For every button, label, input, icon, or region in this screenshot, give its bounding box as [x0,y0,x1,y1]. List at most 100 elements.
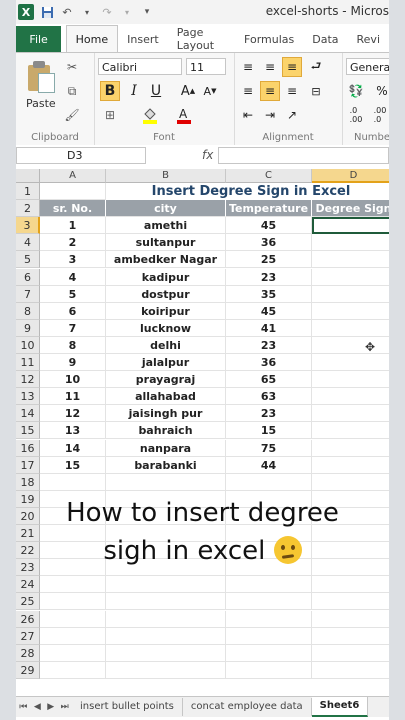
row-header-29[interactable]: 29 [16,661,40,679]
cell-b9[interactable]: lucknow [106,319,226,337]
font-name-box[interactable]: Calibri [98,58,182,75]
cell-a25[interactable] [40,593,106,611]
cell-b14[interactable]: jaisingh pur [106,405,226,423]
align-top-icon[interactable]: ≡ [238,57,258,77]
cell-b3[interactable]: amethi [106,217,226,235]
cell-a9[interactable]: 7 [40,319,106,337]
redo-icon[interactable]: ↷ [100,5,114,19]
cell-b15[interactable]: bahraich [106,422,226,440]
cut-icon[interactable]: ✂ [64,59,80,75]
orientation-icon[interactable]: ↗ [282,105,302,125]
sheet-tab-concat-employee-data[interactable]: concat employee data [183,698,312,716]
cell-b6[interactable]: kadipur [106,268,226,286]
paste-icon[interactable] [24,59,55,93]
column-header-b[interactable]: B [106,169,226,183]
row-header-13[interactable]: 13 [16,388,40,406]
wrap-text-icon[interactable]: ⮐ [306,57,326,77]
cell-d28[interactable] [312,645,389,662]
cell-a1[interactable] [40,183,106,201]
tab-data[interactable]: Data [303,26,347,52]
cell-a17[interactable]: 15 [40,456,106,474]
cell-d10[interactable] [312,337,389,354]
percent-icon[interactable]: % [372,81,389,101]
cell-b2[interactable]: city [106,200,226,218]
cell-c14[interactable]: 23 [226,405,312,423]
column-header-c[interactable]: C [226,169,312,183]
increase-font-button[interactable]: A ▲ [178,81,198,101]
cell-a8[interactable]: 6 [40,302,106,320]
cell-d18[interactable] [312,474,389,491]
row-header-28[interactable]: 28 [16,644,40,662]
cell-d16[interactable] [312,440,389,457]
borders-icon[interactable]: ⊞ [100,105,120,125]
cell-d8[interactable] [312,303,389,320]
column-header-a[interactable]: A [40,169,106,183]
cell-a3[interactable]: 1 [40,217,106,235]
row-header-10[interactable]: 10 [16,336,40,354]
cell-a29[interactable] [40,661,106,679]
active-cell-d3[interactable] [312,217,389,235]
paste-button[interactable]: Paste [26,97,56,110]
cell-b27[interactable] [106,627,226,645]
row-header-25[interactable]: 25 [16,593,40,611]
cell-c6[interactable]: 23 [226,268,312,286]
tab-formulas[interactable]: Formulas [235,26,303,52]
cell-c3[interactable]: 45 [226,217,312,235]
number-format-box[interactable]: General [346,58,389,75]
cell-d4[interactable] [312,234,389,252]
row-header-2[interactable]: 2 [16,200,40,218]
underline-button[interactable]: U [146,81,166,101]
tab-file[interactable]: File [16,26,62,52]
cell-d6[interactable] [312,269,389,286]
cell-c18[interactable] [226,473,312,491]
fill-color-icon[interactable] [140,105,160,125]
cell-b17[interactable]: barabanki [106,456,226,474]
cell-c13[interactable]: 63 [226,388,312,406]
row-header-24[interactable]: 24 [16,576,40,594]
sheet-tab-insert-bullet-points[interactable]: insert bullet points [72,698,183,716]
customize-toolbar-icon[interactable]: ▾ [140,5,154,19]
fx-icon[interactable]: fx [202,148,213,162]
cell-a27[interactable] [40,627,106,645]
cell-b7[interactable]: dostpur [106,285,226,303]
cell-a24[interactable] [40,576,106,594]
cell-a13[interactable]: 11 [40,388,106,406]
bold-button[interactable]: B [100,81,120,101]
align-right-icon[interactable]: ≡ [282,81,302,101]
cell-d12[interactable] [312,371,389,389]
cell-b24[interactable] [106,576,226,594]
cell-c24[interactable] [226,576,312,594]
row-header-11[interactable]: 11 [16,354,40,372]
prev-sheet-icon[interactable]: ◀ [34,702,41,712]
cell-c2[interactable]: Temperature [226,200,312,218]
undo-dropdown-icon[interactable]: ▾ [80,5,94,19]
cell-b10[interactable]: delhi [106,336,226,354]
cell-b12[interactable]: prayagraj [106,371,226,389]
cell-a12[interactable]: 10 [40,371,106,389]
cell-c11[interactable]: 36 [226,354,312,372]
tab-review[interactable]: Revi [348,26,389,52]
cell-b13[interactable]: allahabad [106,388,226,406]
align-middle-icon[interactable]: ≡ [260,57,280,77]
cell-a6[interactable]: 4 [40,268,106,286]
copy-icon[interactable]: ⧉ [64,83,80,99]
row-header-7[interactable]: 7 [16,285,40,303]
cell-c5[interactable]: 25 [226,251,312,269]
cell-c27[interactable] [226,627,312,645]
font-size-box[interactable]: 11 [186,58,226,75]
cell-a10[interactable]: 8 [40,336,106,354]
cell-c12[interactable]: 65 [226,371,312,389]
row-header-26[interactable]: 26 [16,610,40,628]
cell-d5[interactable] [312,251,389,269]
row-header-1[interactable]: 1 [16,183,40,201]
cell-a5[interactable]: 3 [40,251,106,269]
last-sheet-icon[interactable]: ⏭ [61,702,69,712]
cell-d24[interactable] [312,576,389,594]
cell-b29[interactable] [106,661,226,679]
decrease-font-button[interactable]: A ▼ [200,81,220,101]
cell-a16[interactable]: 14 [40,439,106,457]
redo-dropdown-icon[interactable]: ▾ [120,5,134,19]
merge-center-icon[interactable]: ⊟ [306,81,326,101]
formula-input[interactable] [218,147,389,164]
cell-c7[interactable]: 35 [226,285,312,303]
